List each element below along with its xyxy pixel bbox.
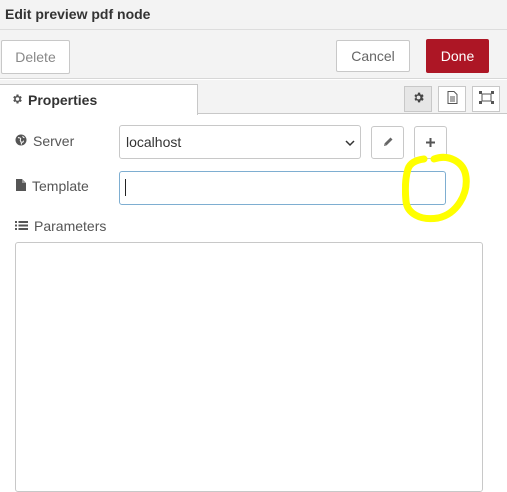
file-icon — [16, 178, 26, 194]
tab-properties-label: Properties — [11, 92, 97, 108]
gear-icon — [412, 91, 425, 107]
cancel-button[interactable]: Cancel — [336, 40, 410, 72]
globe-icon — [15, 133, 27, 149]
settings-tab-button[interactable] — [404, 86, 432, 112]
pencil-icon — [382, 135, 394, 151]
highlight-annotation — [401, 151, 472, 225]
server-label: Server — [15, 133, 74, 149]
template-input[interactable] — [119, 171, 446, 205]
done-button[interactable]: Done — [426, 39, 489, 73]
template-label: Template — [16, 178, 89, 194]
chevron-down-icon — [344, 136, 356, 148]
delete-button[interactable]: Delete — [1, 40, 70, 74]
appearance-frame-icon — [478, 91, 494, 107]
template-label-text: Template — [32, 178, 89, 194]
parameters-label: Parameters — [15, 218, 106, 234]
parameters-editor[interactable] — [15, 242, 483, 492]
server-selected-value: localhost — [126, 134, 182, 150]
edit-server-button[interactable] — [371, 126, 404, 159]
text-cursor — [125, 179, 126, 196]
dialog-title: Edit preview pdf node — [5, 6, 151, 22]
server-label-text: Server — [33, 133, 75, 149]
description-tab-button[interactable] — [438, 86, 466, 112]
plus-icon — [425, 135, 436, 151]
file-text-icon — [447, 91, 458, 107]
gear-icon — [11, 92, 23, 108]
tab-properties-text: Properties — [28, 92, 98, 108]
appearance-tab-button[interactable] — [472, 86, 500, 112]
list-icon — [15, 218, 28, 234]
parameters-label-text: Parameters — [34, 218, 107, 234]
